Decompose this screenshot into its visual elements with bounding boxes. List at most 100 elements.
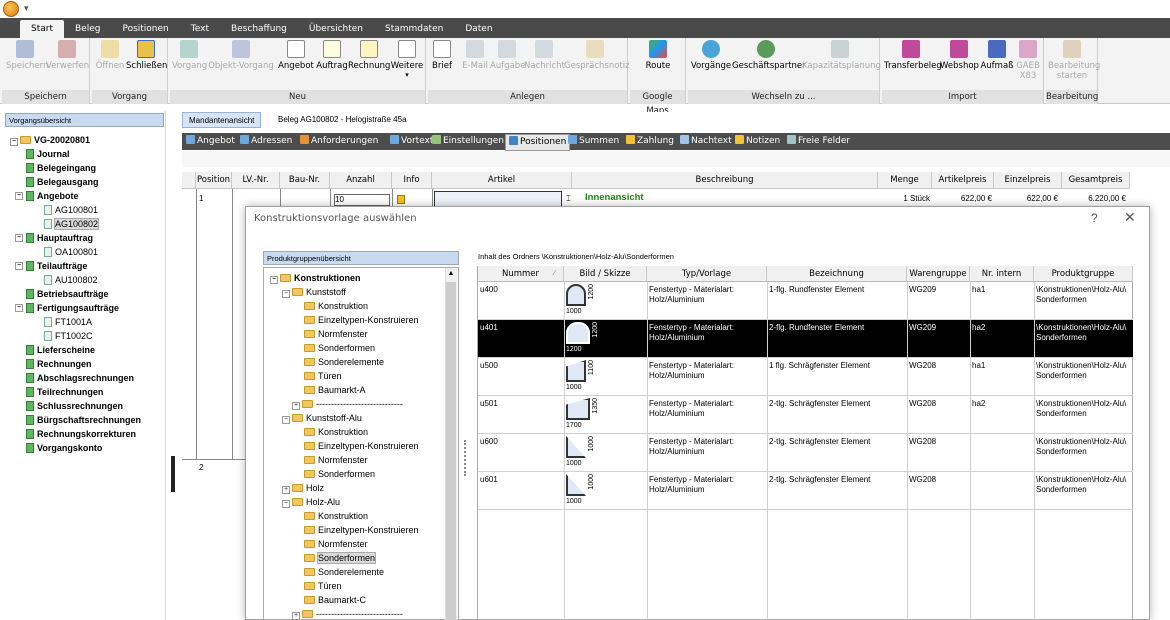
grid-header[interactable]: Artikelpreis (932, 172, 994, 189)
tree-item[interactable]: FT1002C (44, 330, 93, 342)
grid-header[interactable]: Anzahl (330, 172, 392, 189)
tree-item[interactable]: − Holz-Alu (282, 496, 340, 508)
tree-item[interactable]: Schlussrechnungen (26, 400, 123, 412)
tab-nachtext[interactable]: Nachtext (680, 134, 732, 149)
close-button[interactable]: ✕ (1124, 209, 1136, 226)
oeffnen-button[interactable]: Öffnen (94, 40, 126, 71)
collapse-icon[interactable]: − (282, 500, 290, 508)
expand-icon[interactable]: + (282, 486, 290, 494)
cell-menge[interactable]: 1 Stück (880, 194, 932, 204)
tree-item[interactable]: Sonderformen (304, 552, 377, 564)
collapse-icon[interactable]: − (15, 192, 23, 200)
tree-item[interactable]: Sonderformen (304, 342, 375, 354)
tree-item[interactable]: Belegeingang (26, 162, 96, 174)
tree-item[interactable]: Sonderelemente (304, 566, 384, 578)
tree-item[interactable]: AU100802 (44, 274, 98, 286)
table-header[interactable]: Typ/Vorlage (647, 266, 767, 282)
cell-artikelpreis[interactable]: 622,00 € (934, 194, 992, 204)
tab-zahlung[interactable]: Zahlung (626, 134, 674, 149)
cell-beschreibung-title[interactable]: Innenansicht (585, 193, 644, 203)
gespraechsnotiz-button[interactable]: Gesprächsnotiz (564, 40, 630, 71)
expand-icon[interactable]: + (292, 402, 300, 410)
expand-icon[interactable]: + (292, 612, 300, 620)
collapse-icon[interactable]: − (15, 234, 23, 242)
objekt-vorgang-button[interactable]: Objekt-Vorgang (208, 40, 274, 71)
quick-access-dropdown-icon[interactable]: ▾ (24, 3, 29, 14)
gaeb-x83-button[interactable]: GAEB X83 (1014, 40, 1042, 81)
angebot-new-button[interactable]: Angebot (278, 40, 314, 71)
collapse-icon[interactable]: − (270, 276, 278, 284)
dialog-splitter[interactable] (464, 440, 468, 476)
app-icon[interactable] (3, 1, 19, 17)
tree-item[interactable]: Vorgangskonto (26, 442, 102, 454)
rechnung-new-button[interactable]: Rechnung (348, 40, 390, 71)
ribbon-tab-stammdaten[interactable]: Stammdaten (374, 20, 454, 38)
grid-header[interactable]: Gesamtpreis (1062, 172, 1130, 189)
vorgang-new-button[interactable]: Vorgang (172, 40, 207, 71)
grid-header[interactable]: Artikel (432, 172, 572, 189)
cell-position[interactable]: 1 (199, 194, 203, 204)
collapse-icon[interactable]: − (282, 416, 290, 424)
table-header[interactable]: Nr. intern (970, 266, 1034, 282)
collapse-icon[interactable]: − (15, 304, 23, 312)
tab-einstellungen[interactable]: Einstellungen (432, 134, 504, 149)
grid-header[interactable]: Position (196, 172, 232, 189)
tree-item[interactable]: Journal (26, 148, 70, 160)
aufmass-button[interactable]: Aufmaß (980, 40, 1014, 71)
kapazitaetsplanung-button[interactable]: Kapazitätsplanung (802, 40, 881, 71)
schliessen-button[interactable]: Schließen (126, 40, 167, 71)
tree-scrollbar-thumb[interactable] (446, 282, 456, 620)
verwerfen-button[interactable]: Verwerfen (46, 40, 89, 71)
tab-adressen[interactable]: Adressen (240, 134, 292, 149)
grid-header[interactable]: Menge (878, 172, 932, 189)
ribbon-tab-daten[interactable]: Daten (454, 20, 503, 38)
mandantenansicht-button[interactable]: Mandantenansicht (182, 112, 262, 128)
tab-notizen[interactable]: Notizen (735, 134, 780, 149)
tree-item[interactable]: Baumarkt-C (304, 594, 366, 606)
tree-item[interactable]: Rechnungen (26, 358, 92, 370)
tree-item[interactable]: AG100802 (44, 218, 100, 230)
collapse-icon[interactable]: − (282, 290, 290, 298)
cell-anzahl[interactable]: 10 (334, 194, 390, 206)
tree-item[interactable]: Teilrechnungen (26, 386, 103, 398)
tree-item[interactable]: + ----------------------------- (292, 608, 403, 620)
tab-summen[interactable]: Summen (568, 134, 619, 149)
tree-item[interactable]: Rechnungskorrekturen (26, 428, 136, 440)
ribbon-tab-start[interactable]: Start (20, 20, 64, 38)
cell-einzelpreis[interactable]: 622,00 € (996, 194, 1058, 204)
webshop-button[interactable]: Webshop (940, 40, 979, 71)
tree-item[interactable]: Bürgschaftsrechnungen (26, 414, 141, 426)
tree-item[interactable]: Betriebsaufträge (26, 288, 109, 300)
grid-header[interactable]: Bau-Nr. (280, 172, 330, 189)
tree-item[interactable]: Türen (304, 370, 342, 382)
nachricht-button[interactable]: Nachricht (524, 40, 565, 71)
table-header[interactable]: Produktgruppe (1034, 266, 1133, 282)
auftrag-new-button[interactable]: Auftrag (316, 40, 348, 71)
tree-item[interactable]: Einzeltypen-Konstruieren (304, 524, 419, 536)
bearbeitung-starten-button[interactable]: Bearbeitung starten (1048, 40, 1100, 81)
aufgabe-button[interactable]: Aufgabe (490, 40, 525, 71)
grid-header[interactable]: Beschreibung (572, 172, 878, 189)
grid-header[interactable]: Einzelpreis (994, 172, 1062, 189)
tree-item[interactable]: − Hauptauftrag (15, 232, 93, 244)
vorgaenge-button[interactable]: Vorgänge (690, 40, 732, 71)
tree-item[interactable]: + ----------------------------- (292, 398, 403, 410)
tab-anforderungen[interactable]: Anforderungen (300, 134, 378, 149)
cell-gesamtpreis[interactable]: 6.220,00 € (1064, 194, 1126, 204)
ribbon-tab-text[interactable]: Text (180, 20, 220, 38)
table-header[interactable]: Bezeichnung (767, 266, 907, 282)
tree-item[interactable]: Konstruktion (304, 426, 368, 438)
table-header[interactable]: Nummer (478, 266, 564, 282)
tree-item[interactable]: FT1001A (44, 316, 92, 328)
panel-splitter[interactable] (171, 456, 175, 492)
table-header[interactable]: Warengruppe (907, 266, 970, 282)
tab-angebot[interactable]: Angebot (186, 134, 235, 149)
tree-item[interactable]: − Fertigungsaufträge (15, 302, 119, 314)
info-icon[interactable] (397, 195, 405, 204)
tree-item[interactable]: − Angebote (15, 190, 79, 202)
tree-item[interactable]: AG100801 (44, 204, 98, 216)
tree-item[interactable]: Baumarkt-A (304, 384, 366, 396)
collapse-icon[interactable]: − (10, 138, 18, 146)
table-header[interactable]: Bild / Skizze (564, 266, 647, 282)
tree-item[interactable]: Konstruktion (304, 300, 368, 312)
